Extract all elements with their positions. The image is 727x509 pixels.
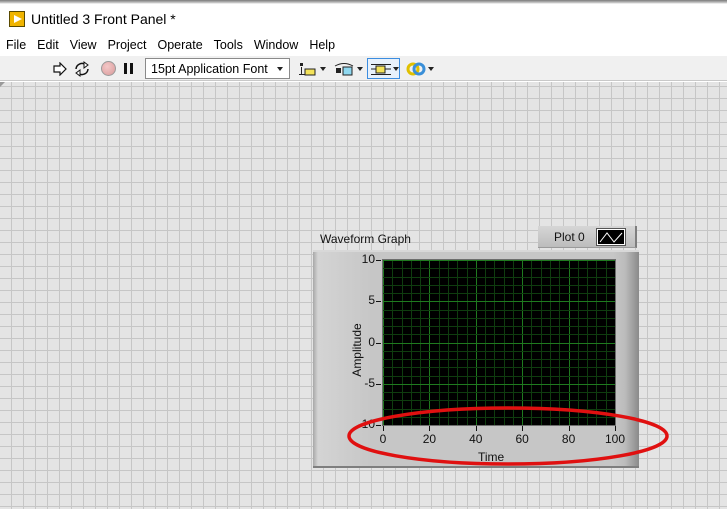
x-tick-mark: [475, 426, 477, 431]
plot-grid: [383, 260, 615, 425]
canvas-origin-marker: [0, 82, 5, 87]
toolbar: 15pt Application Font: [0, 56, 727, 81]
labview-icon: [9, 11, 25, 27]
y-tick-mark: [376, 383, 381, 385]
run-continuously-button[interactable]: [73, 59, 91, 78]
x-tick-label[interactable]: 40: [461, 432, 491, 446]
menu-window[interactable]: Window: [249, 38, 303, 52]
x-tick-label[interactable]: 100: [600, 432, 630, 446]
labview-front-panel-window: Untitled 3 Front Panel * File Edit View …: [0, 0, 727, 509]
plot-legend[interactable]: Plot 0: [538, 226, 637, 248]
x-tick-mark: [615, 426, 616, 431]
y-tick-mark: [376, 260, 381, 261]
abort-button[interactable]: [99, 59, 117, 78]
x-tick-mark: [383, 426, 384, 431]
pause-icon-bar-left: [123, 63, 127, 74]
x-tick-label[interactable]: 80: [554, 432, 584, 446]
legend-plot-name: Plot 0: [554, 229, 585, 244]
menu-view[interactable]: View: [65, 38, 102, 52]
pause-icon-bar-right: [129, 63, 133, 74]
menu-project[interactable]: Project: [103, 38, 152, 52]
reorder-dropdown[interactable]: [406, 58, 434, 79]
y-tick-mark: [376, 425, 381, 426]
y-axis-title[interactable]: Amplitude: [350, 320, 364, 380]
menu-edit[interactable]: Edit: [32, 38, 64, 52]
distribute-objects-dropdown[interactable]: [333, 58, 363, 79]
run-continuously-icon: [75, 60, 89, 77]
align-objects-icon: [299, 62, 316, 75]
menu-help[interactable]: Help: [304, 38, 340, 52]
menu-tools[interactable]: Tools: [209, 38, 248, 52]
y-tick-label[interactable]: 10: [345, 252, 375, 266]
y-tick-mark: [376, 301, 381, 303]
resize-objects-dropdown[interactable]: [367, 58, 400, 79]
chevron-down-icon: [320, 66, 326, 71]
resize-objects-icon: [371, 63, 391, 75]
x-tick-label[interactable]: 0: [368, 432, 398, 446]
reorder-icon: [406, 62, 426, 75]
x-tick-mark: [429, 426, 431, 431]
chevron-down-icon: [428, 66, 434, 71]
y-tick-label[interactable]: 5: [345, 293, 375, 307]
run-button[interactable]: [51, 59, 69, 78]
align-objects-dropdown[interactable]: [298, 58, 326, 79]
plot-area[interactable]: [382, 259, 616, 426]
x-tick-label[interactable]: 60: [507, 432, 537, 446]
pause-button[interactable]: [120, 59, 136, 78]
window-title: Untitled 3 Front Panel *: [31, 11, 176, 27]
y-tick-label[interactable]: -10: [345, 417, 375, 431]
chevron-down-icon: [357, 66, 363, 71]
chevron-down-icon: [393, 66, 399, 71]
x-tick-label[interactable]: 20: [414, 432, 444, 446]
title-bar: Untitled 3 Front Panel *: [0, 4, 727, 34]
plot-line-style-icon[interactable]: [596, 228, 626, 246]
chevron-down-icon: [277, 67, 283, 71]
x-axis-title[interactable]: Time: [478, 450, 504, 464]
x-tick-mark: [522, 426, 524, 431]
font-selector-value: 15pt Application Font: [151, 61, 268, 76]
menu-bar: File Edit View Project Operate Tools Win…: [0, 34, 727, 56]
x-tick-mark: [568, 426, 570, 431]
menu-operate[interactable]: Operate: [152, 38, 207, 52]
waveform-graph-label[interactable]: Waveform Graph: [320, 232, 411, 246]
font-selector-dropdown[interactable]: 15pt Application Font: [145, 58, 290, 79]
y-tick-mark: [376, 342, 381, 344]
abort-execution-icon: [100, 61, 116, 76]
menu-file[interactable]: File: [1, 38, 31, 52]
run-arrow-icon: [53, 61, 67, 76]
distribute-objects-icon: [334, 62, 354, 75]
